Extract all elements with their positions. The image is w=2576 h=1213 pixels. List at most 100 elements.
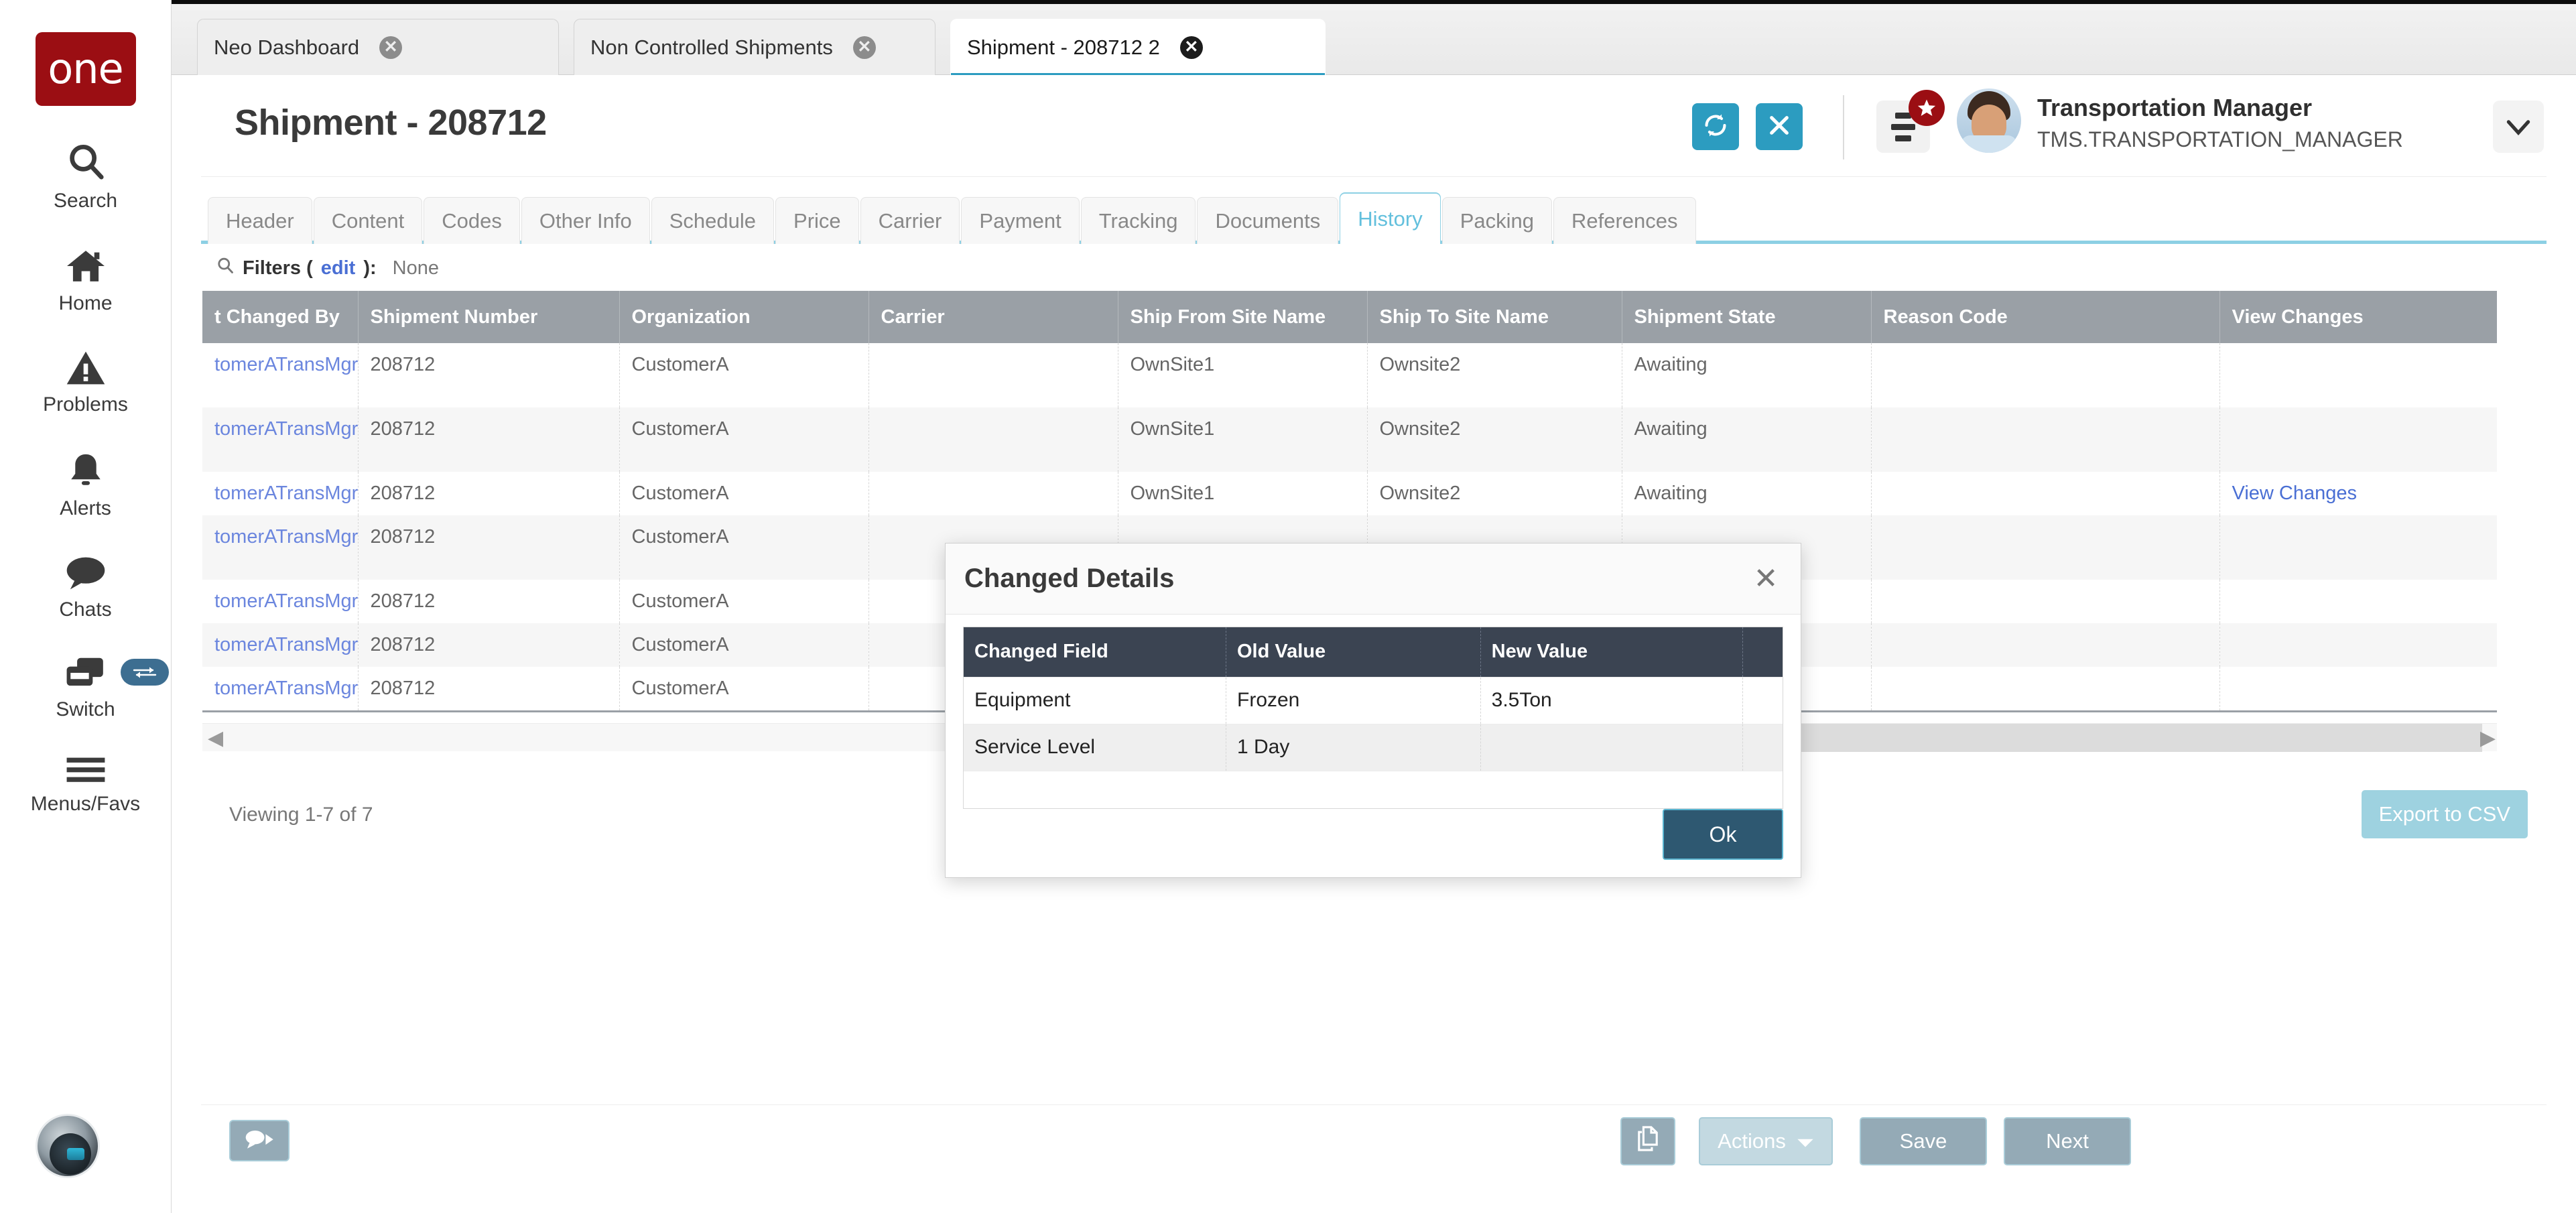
copy-button[interactable] [1620,1117,1675,1165]
column-header[interactable]: Shipment State [1622,291,1871,343]
cell-changed-by[interactable]: tomerATransMgr [202,472,358,515]
column-header[interactable]: Reason Code [1871,291,2219,343]
modal-footer: Ok [1663,809,1783,860]
modal-cell-new [1480,724,1743,771]
application-root: one Search Home [0,0,2576,1213]
tab-other-info[interactable]: Other Info [521,197,650,244]
column-header[interactable]: Organization [619,291,868,343]
filters-edit-link[interactable]: edit [321,257,356,279]
cell-view-changes[interactable] [2219,580,2497,623]
user-role: TMS.TRANSPORTATION_MANAGER [2037,127,2403,152]
column-header[interactable]: Ship From Site Name [1118,291,1367,343]
sidebar-item-search[interactable]: Search [0,141,171,212]
sidebar-item-label: Search [54,190,117,212]
column-header[interactable]: t Changed By [202,291,358,343]
refresh-button[interactable] [1692,103,1739,150]
chevron-down-icon [2505,111,2532,143]
sidebar-item-switch[interactable]: Switch [0,656,171,721]
modal-cell-old: 1 Day [1226,724,1481,771]
browser-tab-non-controlled-shipments[interactable]: Non Controlled Shipments ✕ [574,19,936,75]
cell-organization: CustomerA [619,343,868,407]
cell-view-changes[interactable] [2219,407,2497,472]
cell-reason-code [1871,667,2219,710]
sidebar-user-avatar[interactable] [36,1114,100,1178]
menu-favorites-icon-line [1895,135,1911,141]
user-name: Transportation Manager [2037,94,2312,122]
changed-details-modal: Changed Details ✕ Changed FieldOld Value… [945,543,1801,878]
close-icon[interactable]: ✕ [379,36,402,59]
cell-reason-code [1871,472,2219,515]
tab-documents[interactable]: Documents [1197,197,1338,244]
tab-schedule[interactable]: Schedule [651,197,774,244]
cell-changed-by[interactable]: tomerATransMgr [202,343,358,407]
cell-changed-by[interactable]: tomerATransMgr [202,407,358,472]
sidebar-item-label: Menus/Favs [31,793,140,816]
cell-organization: CustomerA [619,407,868,472]
save-button[interactable]: Save [1860,1117,1987,1165]
close-icon[interactable]: ✕ [853,36,876,59]
cell-view-changes[interactable] [2219,667,2497,710]
cell-changed-by[interactable]: tomerATransMgr [202,623,358,667]
chevron-right-icon[interactable]: ▶ [2480,726,2496,750]
sidebar-item-label: Chats [59,598,111,621]
cell-ship-to: Ownsite2 [1367,407,1622,472]
sidebar-item-alerts[interactable]: Alerts [0,451,171,520]
export-to-csv-button[interactable]: Export to CSV [2362,790,2528,838]
next-button[interactable]: Next [2004,1117,2131,1165]
cell-view-changes[interactable] [2219,515,2497,580]
tab-tracking[interactable]: Tracking [1081,197,1196,244]
tab-packing[interactable]: Packing [1442,197,1552,244]
tab-references[interactable]: References [1553,197,1696,244]
cell-changed-by[interactable]: tomerATransMgr [202,580,358,623]
cell-view-changes[interactable] [2219,343,2497,407]
tab-content[interactable]: Content [314,197,423,244]
sidebar-item-label: Problems [43,393,128,416]
browser-tab-neo-dashboard[interactable]: Neo Dashboard ✕ [197,19,559,75]
sidebar-item-home[interactable]: Home [0,247,171,315]
close-x-icon[interactable]: ✕ [1748,561,1783,596]
cell-view-changes[interactable]: View Changes [2219,472,2497,515]
actions-dropdown-button[interactable]: Actions [1699,1117,1833,1165]
cell-organization: CustomerA [619,623,868,667]
modal-column-header-spacer [1743,627,1783,677]
chevron-left-icon[interactable]: ◀ [208,726,223,750]
sidebar-item-chats[interactable]: Chats [0,555,171,621]
table-row[interactable]: tomerATransMgr208712CustomerAOwnSite1Own… [202,407,2497,472]
tab-payment[interactable]: Payment [961,197,1079,244]
column-header[interactable]: Ship To Site Name [1367,291,1622,343]
cell-changed-by[interactable]: tomerATransMgr [202,667,358,710]
column-header[interactable]: View Changes [2219,291,2497,343]
home-icon [65,247,107,288]
column-header[interactable]: Shipment Number [358,291,619,343]
close-icon[interactable]: ✕ [1180,36,1203,59]
modal-column-header: Old Value [1226,627,1481,677]
switch-toggle-badge[interactable] [121,659,169,686]
modal-table-body: EquipmentFrozen3.5TonService Level1 Day [964,677,1783,771]
cell-shipment-number: 208712 [358,472,619,515]
cell-view-changes[interactable] [2219,623,2497,667]
entity-tab-bar: HeaderContentCodesOther InfoSchedulePric… [201,192,2547,244]
sidebar-item-problems[interactable]: Problems [0,350,171,416]
tab-price[interactable]: Price [775,197,859,244]
tab-carrier[interactable]: Carrier [860,197,960,244]
cell-changed-by[interactable]: tomerATransMgr [202,515,358,580]
record-count-label: Viewing 1-7 of 7 [229,804,373,826]
sidebar-item-menus-favs[interactable]: Menus/Favs [0,756,171,816]
modal-table-row: EquipmentFrozen3.5Ton [964,677,1783,724]
refresh-icon [1703,113,1728,141]
column-header[interactable]: Carrier [868,291,1118,343]
ok-button[interactable]: Ok [1663,809,1783,860]
tab-history[interactable]: History [1340,193,1440,244]
modal-cell-spacer [1743,677,1783,724]
cell-ship-to: Ownsite2 [1367,472,1622,515]
user-menu-button[interactable] [2493,101,2544,153]
tab-header[interactable]: Header [208,197,312,244]
cell-ship-to: Ownsite2 [1367,343,1622,407]
tab-codes[interactable]: Codes [424,197,520,244]
warning-triangle-icon [65,350,107,389]
chat-send-button[interactable] [229,1120,289,1161]
table-row[interactable]: tomerATransMgr208712CustomerAOwnSite1Own… [202,343,2497,407]
browser-tab-shipment-208712[interactable]: Shipment - 208712 2 ✕ [950,19,1326,75]
table-row[interactable]: tomerATransMgr208712CustomerAOwnSite1Own… [202,472,2497,515]
close-page-button[interactable] [1756,103,1803,150]
